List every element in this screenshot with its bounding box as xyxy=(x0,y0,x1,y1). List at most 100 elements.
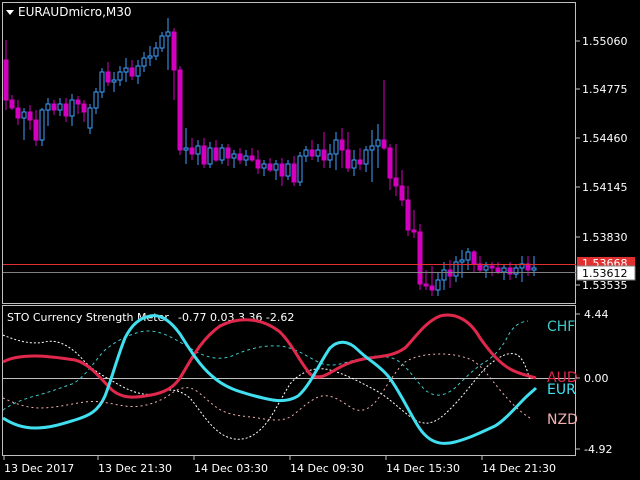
nzd-label: NZD xyxy=(547,412,578,428)
candle-body xyxy=(411,229,417,233)
candle-body xyxy=(207,147,213,165)
candle-body xyxy=(225,147,231,159)
candle-body xyxy=(81,103,87,113)
chf-curve xyxy=(2,320,529,411)
candle-body xyxy=(183,147,189,151)
candle-body xyxy=(27,111,33,121)
candle-body xyxy=(267,163,273,171)
price-axis-label: 1.54460 xyxy=(582,132,628,145)
candle-body xyxy=(327,153,333,161)
time-axis-label: 14 Dec 21:30 xyxy=(482,462,556,475)
candle-body xyxy=(339,139,345,151)
candle-body xyxy=(363,149,369,165)
eur-label: EUR xyxy=(547,382,576,398)
candle-body xyxy=(39,109,45,141)
candle-body xyxy=(117,71,123,81)
candle-body xyxy=(141,57,147,67)
candle-body xyxy=(99,71,105,93)
candle-body xyxy=(87,107,93,129)
candle-body xyxy=(57,103,63,111)
indicator-scale-label: -4.92 xyxy=(584,443,612,456)
price-axis-label: 1.54145 xyxy=(582,181,628,194)
candle-body xyxy=(219,147,225,161)
candle-body xyxy=(375,139,381,147)
candle-body xyxy=(471,251,477,265)
candle-body xyxy=(429,285,435,291)
candle-body xyxy=(381,139,387,149)
candle-body xyxy=(513,267,519,275)
candle-body xyxy=(459,259,465,263)
symbol-label: EURAUDmicro,M30 xyxy=(18,5,132,19)
candle-body xyxy=(435,279,441,291)
candle-body xyxy=(177,69,183,151)
candle-body xyxy=(105,71,111,83)
time-axis-label: 14 Dec 03:30 xyxy=(194,462,268,475)
candle-body xyxy=(501,267,507,273)
candle-body xyxy=(69,99,75,117)
indicator-scale: 4.44 0.00 -4.92 xyxy=(576,308,612,456)
bid-price-tag-text: 1.53612 xyxy=(582,267,628,280)
candle-body xyxy=(495,267,501,273)
candle-body xyxy=(261,163,267,169)
candle-body xyxy=(213,147,219,161)
price-axis-label: 1.54775 xyxy=(582,83,628,96)
candle-body xyxy=(243,155,249,161)
aud-curve xyxy=(2,313,537,399)
eur-curve xyxy=(2,314,538,445)
candle-body xyxy=(231,153,237,159)
candle-body xyxy=(291,163,297,183)
candle-body xyxy=(507,267,513,275)
candle-body xyxy=(9,99,15,109)
candle-body xyxy=(93,91,99,109)
candle-body xyxy=(33,119,39,141)
chart-window[interactable]: EURAUDmicro,M30 1.55060 1.54775 1.54460 … xyxy=(0,0,640,480)
candle-body xyxy=(531,267,537,271)
candle-body xyxy=(441,269,447,281)
main-chart-frame xyxy=(2,2,576,304)
candle-body xyxy=(75,99,81,105)
candle-body xyxy=(405,199,411,231)
candle-body xyxy=(279,163,285,177)
indicator-frame xyxy=(2,305,576,456)
candle-body xyxy=(417,231,423,285)
candle-body xyxy=(165,31,171,37)
time-axis: 13 Dec 2017 13 Dec 21:30 14 Dec 03:30 14… xyxy=(3,456,556,475)
candle-body xyxy=(483,265,489,271)
dropdown-arrow-icon[interactable] xyxy=(6,10,14,15)
candle-body xyxy=(249,155,255,161)
candle-body xyxy=(45,103,51,111)
chf-label: CHF xyxy=(547,319,575,335)
candle-body xyxy=(171,31,177,71)
candle-body xyxy=(189,147,195,155)
time-axis-label: 14 Dec 15:30 xyxy=(386,462,460,475)
candle-body xyxy=(63,103,69,117)
candle-body xyxy=(111,79,117,83)
candle-body xyxy=(423,283,429,287)
candle-body xyxy=(51,103,57,111)
candle-body xyxy=(345,149,351,169)
candle-body xyxy=(465,251,471,261)
price-axis-label: 1.53535 xyxy=(582,279,628,292)
time-axis-label: 13 Dec 21:30 xyxy=(98,462,172,475)
candle-body xyxy=(15,107,21,119)
candle-body xyxy=(399,185,405,201)
time-axis-label: 14 Dec 09:30 xyxy=(290,462,364,475)
candle-body xyxy=(147,55,153,59)
candle-body xyxy=(351,159,357,169)
candle-body xyxy=(369,145,375,151)
gbp-dotted-line xyxy=(2,334,531,440)
candle-body xyxy=(321,149,327,161)
price-axis: 1.55060 1.54775 1.54460 1.54145 1.53830 … xyxy=(576,35,628,292)
candle-body xyxy=(255,159,261,169)
price-axis-label: 1.53830 xyxy=(582,231,628,244)
candle-body xyxy=(237,153,243,161)
candle-body xyxy=(129,67,135,77)
candle-body xyxy=(153,47,159,57)
indicator-scale-label: 0.00 xyxy=(584,372,609,385)
time-axis-label: 13 Dec 2017 xyxy=(4,462,74,475)
candle-body xyxy=(387,147,393,179)
candle-body xyxy=(201,145,207,165)
candle-body xyxy=(195,145,201,155)
candle-body xyxy=(303,149,309,157)
candle-body xyxy=(123,67,129,73)
